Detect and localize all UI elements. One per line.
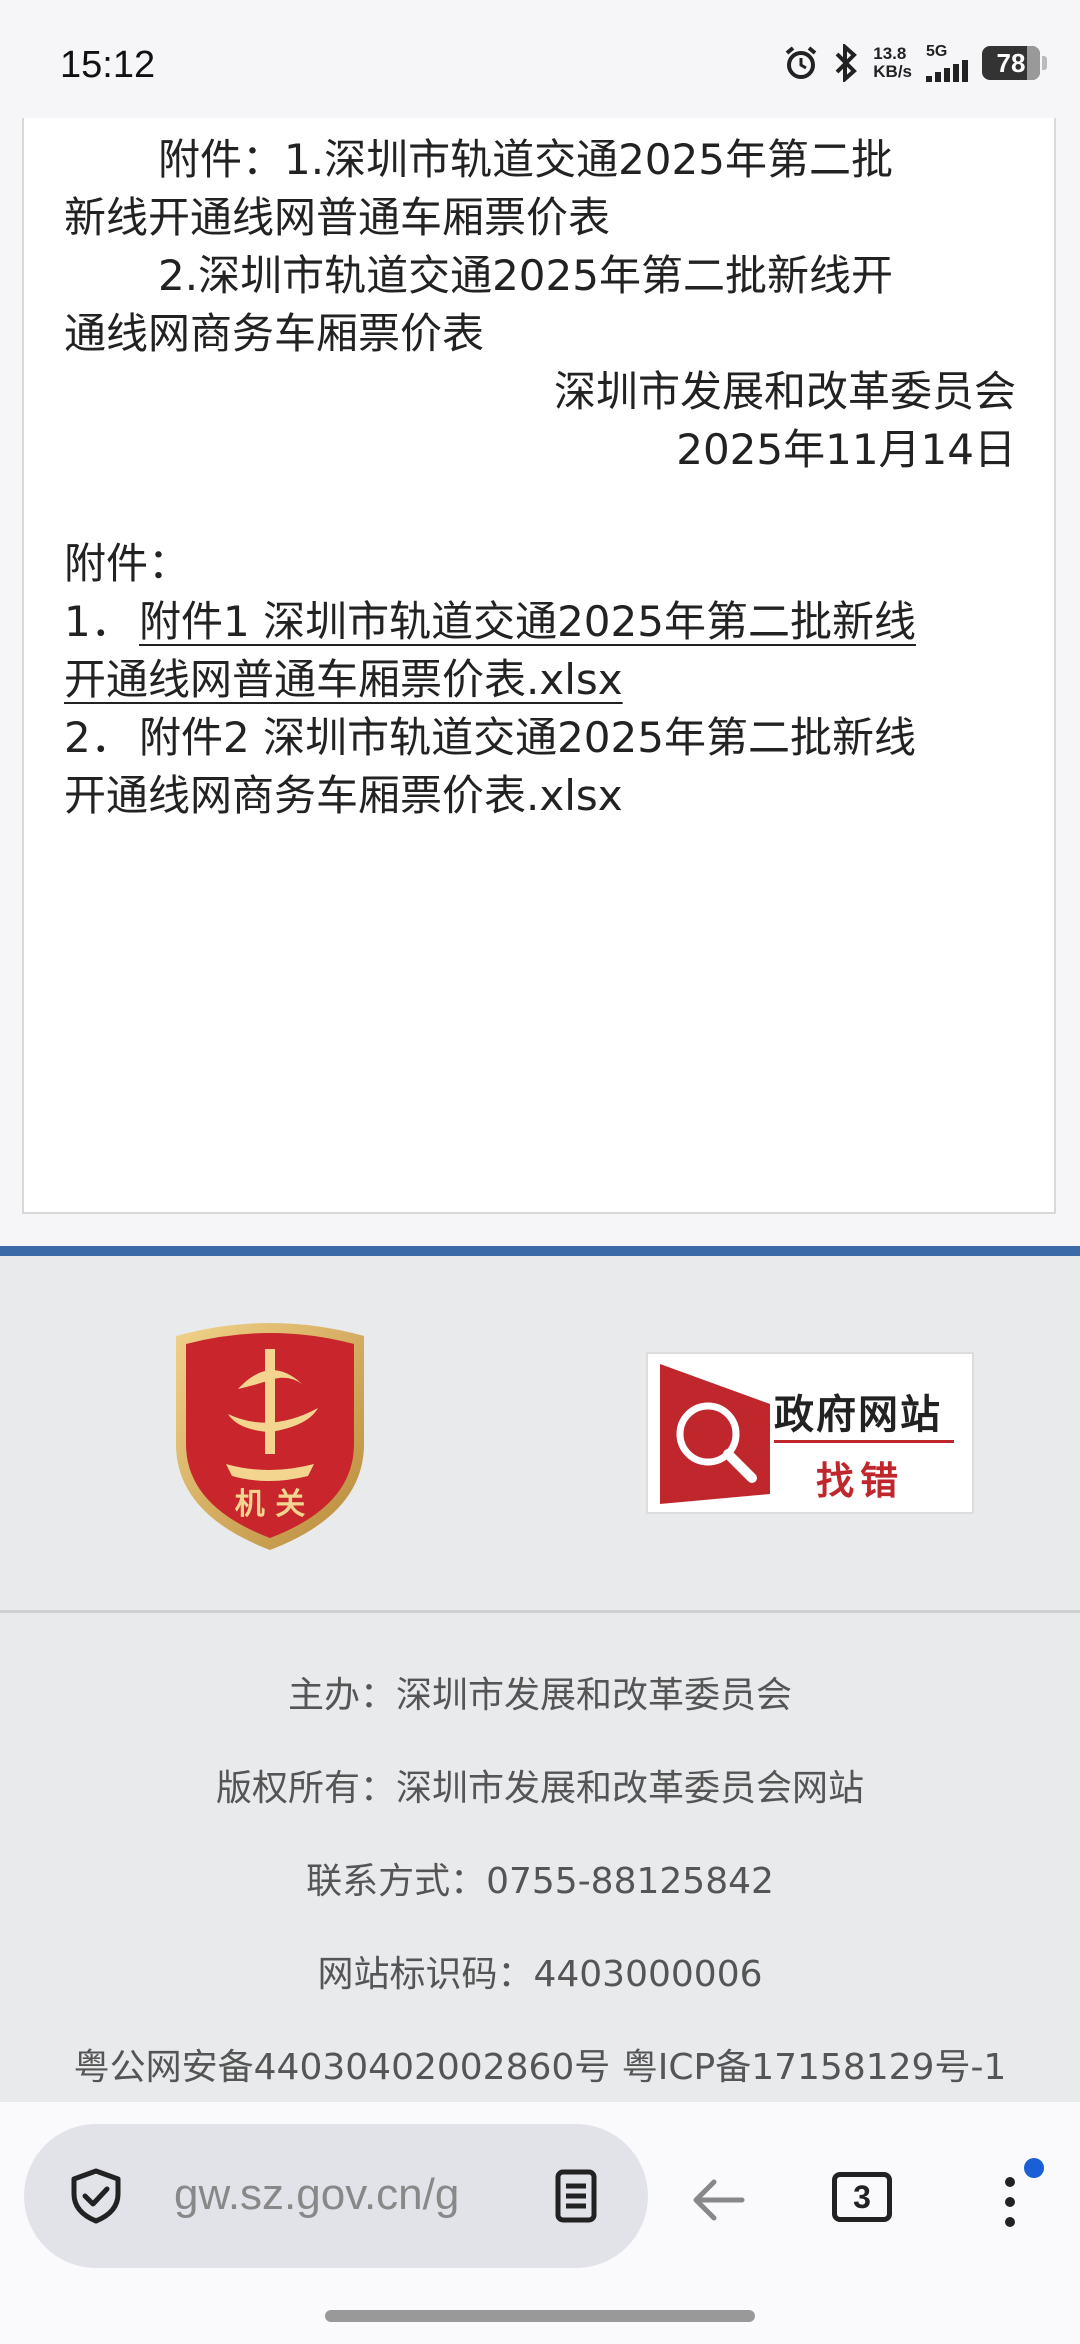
status-icons: 13.8 KB/s 5G 78 — [783, 44, 1047, 82]
signature: 深圳市发展和改革委员会 — [553, 367, 1016, 416]
report-magnifier-icon — [660, 1364, 770, 1504]
attachments-heading: 附件： — [64, 539, 191, 588]
status-bar: 15:12 13.8 KB/s 5G 78 — [0, 0, 1080, 118]
footer-sponsor: 主办：深圳市发展和改革委员会 — [287, 1675, 792, 1716]
alarm-icon — [785, 46, 817, 79]
status-time: 15:12 — [60, 44, 156, 86]
footer-site-id: 网站标识码：4403000006 — [317, 1954, 763, 1995]
net-speed-unit: KB/s — [873, 62, 912, 81]
attachment-note-line-2: 新线开通线网普通车厢票价表 — [64, 193, 611, 242]
footer-copyright: 版权所有：深圳市发展和改革委员会网站 — [215, 1768, 864, 1809]
report-error-button[interactable]: 政府网站 找错 — [646, 1352, 974, 1514]
battery-icon: 78 — [982, 46, 1047, 80]
attachment-note-line-1: 附件：1.深圳市轨道交通2025年第二批 — [158, 135, 893, 184]
battery-level: 78 — [996, 47, 1026, 78]
browser-toolbar: gw.sz.gov.cn/g — [0, 2102, 1080, 2344]
attachment-link-1-line-1[interactable]: 附件1 深圳市轨道交通2025年第二批新线 — [139, 588, 916, 649]
attachment-link-2-line-1[interactable]: 附件2 深圳市轨道交通2025年第二批新线 — [139, 704, 916, 765]
report-divider — [774, 1440, 954, 1443]
attachment-number-1: 1． — [64, 597, 133, 646]
bluetooth-icon — [835, 44, 858, 82]
badge-label: 机 关 — [235, 1487, 305, 1522]
article-card: 附件：1.深圳市轨道交通2025年第二批 新线开通线网普通车厢票价表 2.深圳市… — [22, 118, 1056, 1214]
network-type: 5G — [926, 43, 948, 60]
net-speed: 13.8 KB/s — [873, 45, 912, 81]
signal-icon: 5G — [926, 44, 968, 82]
document-date: 2025年11月14日 — [676, 425, 1016, 474]
url-text[interactable]: gw.sz.gov.cn/g — [174, 2170, 524, 2220]
footer-icp[interactable]: 粤公网安备44030402002860号 粤ICP备17158129号-1 — [0, 2038, 1080, 2090]
attachment-number-2: 2． — [64, 713, 133, 762]
shield-icon[interactable] — [66, 2166, 126, 2226]
home-indicator[interactable] — [325, 2310, 755, 2322]
notification-dot — [1024, 2158, 1044, 2178]
reader-mode-icon[interactable] — [546, 2166, 606, 2226]
attachment-link-1-line-2[interactable]: 开通线网普通车厢票价表.xlsx — [64, 646, 623, 707]
report-title: 政府网站 — [774, 1391, 942, 1438]
attachment-link-2-line-2[interactable]: 开通线网商务车厢票价表.xlsx — [64, 762, 623, 823]
site-footer: 机 关 政府网站 找错 主办：深圳市发展和改革委员会 版权所有：深圳市发展和改革… — [0, 1246, 1080, 2112]
attachment-note-line-3: 2.深圳市轨道交通2025年第二批新线开 — [158, 251, 893, 300]
footer-divider — [0, 1610, 1080, 1613]
footer-contact: 联系方式：0755-88125842 — [306, 1861, 774, 1902]
net-speed-value: 13.8 — [873, 44, 907, 63]
report-subtitle: 找错 — [816, 1458, 905, 1503]
back-arrow-icon[interactable] — [686, 2168, 750, 2232]
government-agency-badge[interactable]: 机 关 — [168, 1314, 372, 1552]
tabs-button[interactable]: 3 — [832, 2172, 892, 2222]
attachment-note-line-4: 通线网商务车厢票价表 — [64, 309, 485, 358]
address-bar[interactable]: gw.sz.gov.cn/g — [24, 2124, 648, 2268]
